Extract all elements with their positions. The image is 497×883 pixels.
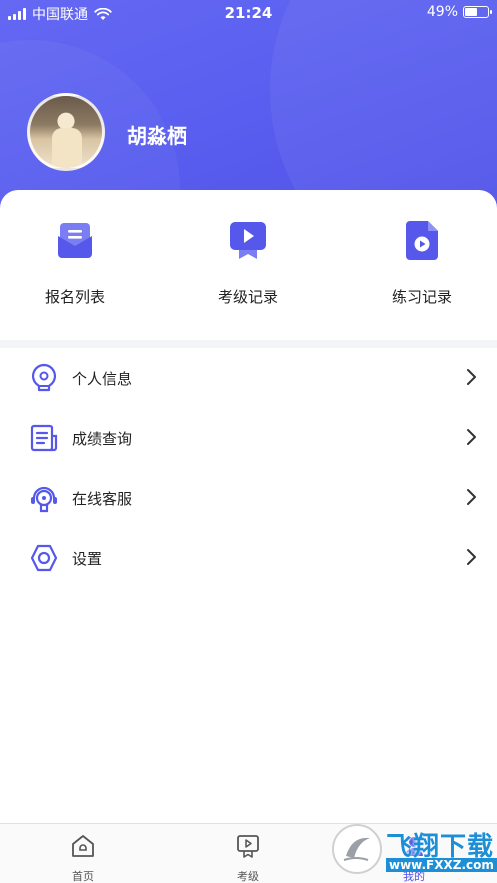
status-right: 49% (426, 4, 492, 20)
tab-home[interactable]: 首页 (43, 832, 123, 883)
settings-icon (30, 544, 58, 572)
exam-icon (237, 835, 259, 858)
practice-record-icon (406, 221, 438, 260)
menu-item-label: 成绩查询 (72, 430, 133, 448)
chevron-right-icon (467, 489, 476, 505)
exam-record-icon (230, 222, 266, 259)
watermark: 飞翔下载 www.FXXZ.com (330, 822, 497, 880)
menu-item-personal-info[interactable]: 个人信息 (0, 348, 497, 408)
battery-level (465, 8, 477, 16)
tab-exam[interactable]: 考级 (208, 832, 288, 883)
customer-service-icon (31, 486, 57, 513)
avatar[interactable] (27, 93, 105, 171)
quick-action-label: 练习记录 (391, 288, 452, 306)
watermark-logo-icon (332, 824, 382, 874)
avatar-figure (52, 128, 82, 168)
settings-menu: 个人信息 成绩查询 在线客服 设置 (0, 348, 497, 588)
menu-item-customer-service[interactable]: 在线客服 (0, 468, 497, 528)
chevron-right-icon (467, 549, 476, 565)
home-icon (72, 835, 94, 857)
tab-label: 考级 (237, 870, 259, 883)
menu-item-label: 在线客服 (72, 490, 133, 508)
quick-action-label: 报名列表 (44, 288, 105, 306)
menu-item-label: 设置 (72, 550, 103, 568)
quick-action-exam-record[interactable]: 考级记录 (188, 218, 308, 307)
status-bar: 中国联通 21:24 49% (0, 0, 497, 26)
score-query-icon (30, 424, 58, 452)
chevron-right-icon (467, 429, 476, 445)
menu-item-settings[interactable]: 设置 (0, 528, 497, 588)
menu-item-score-query[interactable]: 成绩查询 (0, 408, 497, 468)
clock: 21:24 (224, 4, 273, 22)
section-divider (0, 340, 497, 348)
quick-action-registration-list[interactable]: 报名列表 (15, 218, 135, 307)
tab-label: 首页 (72, 870, 94, 883)
quick-action-label: 考级记录 (217, 288, 278, 306)
menu-item-label: 个人信息 (72, 370, 133, 388)
watermark-url: www.FXXZ.com (386, 858, 497, 872)
chevron-right-icon (467, 369, 476, 385)
user-name[interactable]: 胡淼栖 (127, 120, 187, 149)
battery-icon (463, 6, 492, 18)
content-card: 报名列表 考级记录 练习记录 个人信息 成绩查询 在线客服 设置 (0, 190, 497, 883)
battery-percent: 49% (426, 4, 458, 20)
registration-list-icon (58, 223, 92, 258)
personal-info-icon (31, 363, 57, 392)
quick-action-practice-record[interactable]: 练习记录 (362, 218, 482, 307)
quick-actions: 报名列表 考级记录 练习记录 (0, 190, 497, 340)
